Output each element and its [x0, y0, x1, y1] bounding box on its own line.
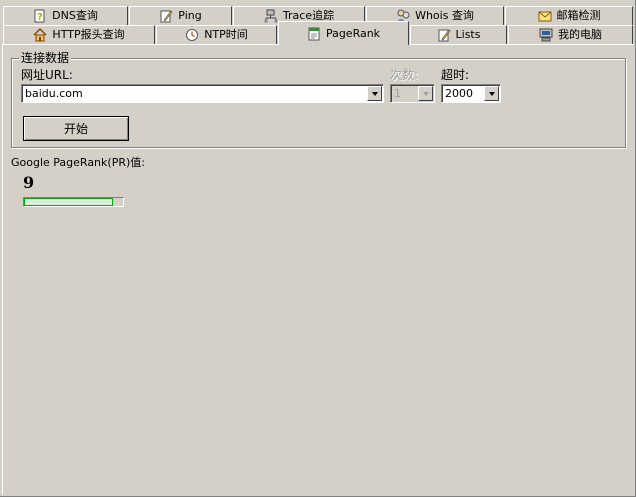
connection-groupbox: 连接数据 网址URL: baidu.com 次数: 1 超时: 2000 开始 [11, 51, 626, 148]
pagerank-page-icon [308, 27, 320, 40]
pagerank-value: 9 [23, 173, 35, 192]
tab-label: Lists [455, 28, 481, 41]
http-house-icon [33, 28, 47, 42]
my-computer-icon [539, 28, 553, 42]
pagerank-progress-bar [23, 197, 124, 207]
tab-label: 我的电脑 [558, 28, 602, 41]
tab-dns[interactable]: ? DNS查询 [3, 6, 128, 25]
tab-mail[interactable]: 邮箱检测 [505, 6, 633, 25]
count-combobox[interactable]: 1 [390, 84, 435, 103]
chevron-down-icon[interactable] [418, 86, 433, 101]
url-combobox[interactable]: baidu.com [21, 84, 384, 103]
dns-question-icon: ? [34, 9, 45, 23]
ntp-clock-icon [186, 29, 199, 41]
mail-envelope-icon [538, 11, 551, 22]
tab-label: 邮箱检测 [556, 9, 601, 22]
url-label: 网址URL: [21, 68, 73, 82]
groupbox-title: 连接数据 [19, 51, 72, 65]
app-window: ? DNS查询 Ping Trace追踪 Whois 查询 邮箱检测 HTTP报… [0, 0, 636, 497]
count-value: 1 [394, 87, 401, 100]
tab-ntp[interactable]: NTP时间 [156, 25, 277, 44]
tab-label: HTTP报头查询 [52, 28, 125, 41]
timeout-combobox[interactable]: 2000 [441, 84, 501, 103]
tab-label: DNS查询 [52, 9, 98, 22]
tab-label: PageRank [325, 26, 381, 40]
timeout-label: 超时: [441, 68, 470, 82]
tab-label: NTP时间 [204, 28, 248, 41]
tab-row-front: HTTP报头查询 NTP时间 PageRank Lists 我的电脑 [0, 21, 636, 45]
url-value[interactable]: baidu.com [25, 88, 83, 100]
chevron-down-icon[interactable] [484, 86, 499, 101]
pagerank-page: 连接数据 网址URL: baidu.com 次数: 1 超时: 2000 开始 … [2, 44, 634, 495]
tab-pagerank[interactable]: PageRank [278, 21, 409, 45]
start-button[interactable]: 开始 [23, 116, 129, 141]
timeout-value[interactable]: 2000 [445, 88, 473, 100]
tab-lists[interactable]: Lists [410, 25, 507, 44]
ping-pen-icon [160, 10, 173, 23]
tab-label: Whois 查询 [415, 9, 474, 22]
chevron-down-icon[interactable] [367, 86, 382, 101]
tab-my-computer[interactable]: 我的电脑 [508, 25, 633, 44]
count-label: 次数: [390, 68, 419, 82]
svg-text:?: ? [37, 12, 43, 23]
tab-http[interactable]: HTTP报头查询 [3, 25, 155, 44]
pagerank-label: Google PageRank(PR)值: [11, 156, 145, 169]
lists-pen-icon [438, 29, 450, 42]
tab-ping[interactable]: Ping [129, 6, 232, 25]
tab-label: Ping [178, 9, 202, 22]
pagerank-progress-fill [24, 198, 114, 206]
trace-network-icon [264, 9, 278, 23]
